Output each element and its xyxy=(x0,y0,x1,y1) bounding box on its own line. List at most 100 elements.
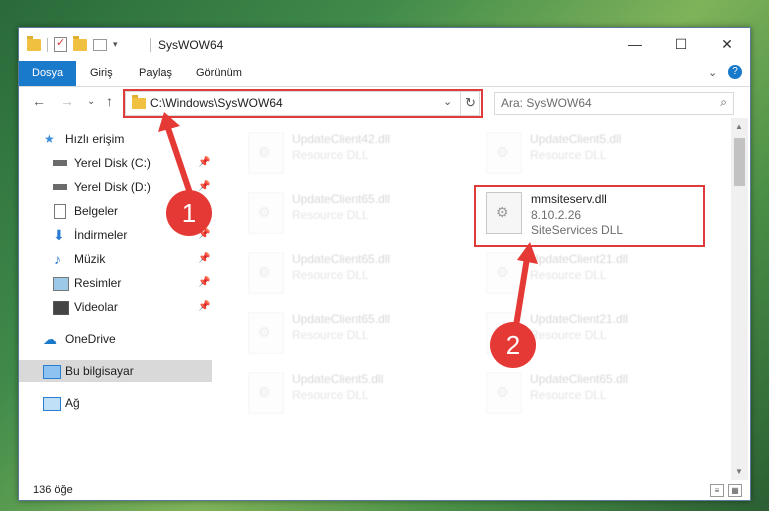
dll-file-icon xyxy=(248,372,284,414)
sidebar-item-this-pc[interactable]: Bu bilgisayar xyxy=(19,360,212,382)
cloud-icon: ☁ xyxy=(43,331,57,347)
sidebar-item-label: Müzik xyxy=(74,252,106,266)
drive-icon xyxy=(53,184,67,190)
download-icon: ⬇ xyxy=(53,227,65,243)
list-item[interactable]: UpdateClient65.dll Resource DLL xyxy=(474,366,684,418)
explorer-window: ▾ SysWOW64 — ☐ ✕ Dosya Giriş Paylaş Görü… xyxy=(18,27,751,501)
music-icon: ♪ xyxy=(54,251,61,267)
forward-button[interactable]: → xyxy=(60,93,74,109)
pin-icon[interactable]: 📌 xyxy=(198,248,210,270)
file-type: Resource DLL xyxy=(292,208,369,222)
tab-gorunum[interactable]: Görünüm xyxy=(196,61,242,86)
file-type: Resource DLL xyxy=(530,148,607,162)
status-bar: 136 öğe ≡ ▦ xyxy=(19,480,750,500)
dll-file-icon xyxy=(486,372,522,414)
file-name: UpdateClient65.dll xyxy=(530,372,629,386)
scroll-up-icon[interactable]: ▲ xyxy=(735,122,743,131)
sidebar-item-label: Bu bilgisayar xyxy=(65,364,134,378)
vertical-scrollbar[interactable]: ▲ ▼ xyxy=(731,118,748,480)
dll-file-icon xyxy=(486,132,522,174)
step-2-badge: 2 xyxy=(490,322,536,368)
sidebar-item-onedrive[interactable]: ☁ OneDrive xyxy=(19,328,212,350)
sidebar-item-label: Videolar xyxy=(74,300,118,314)
list-item[interactable]: UpdateClient65.dll Resource DLL xyxy=(236,186,446,238)
computer-icon xyxy=(43,365,61,379)
network-icon xyxy=(43,397,61,411)
help-icon[interactable]: ? xyxy=(728,65,742,79)
search-icon[interactable]: ⌕ xyxy=(720,95,727,110)
folder-icon[interactable] xyxy=(27,35,41,51)
dll-file-icon xyxy=(248,132,284,174)
file-type: Resource DLL xyxy=(292,148,369,162)
dll-file-icon xyxy=(248,192,284,234)
properties-icon[interactable] xyxy=(54,36,67,52)
minimize-button[interactable]: — xyxy=(612,28,658,61)
file-name: UpdateClient42.dll xyxy=(292,132,391,146)
file-type: Resource DLL xyxy=(292,268,369,282)
sidebar-item-label: Ağ xyxy=(65,396,80,410)
pin-icon[interactable]: 📌 xyxy=(198,296,210,318)
title-bar: ▾ SysWOW64 — ☐ ✕ xyxy=(19,28,750,61)
file-highlight xyxy=(474,185,705,247)
sidebar-item-network[interactable]: Ağ xyxy=(19,392,212,414)
customize-icon[interactable] xyxy=(93,38,107,51)
file-name: UpdateClient5.dll xyxy=(530,132,622,146)
view-switcher: ≡ ▦ xyxy=(710,484,742,497)
sidebar-item-label: Yerel Disk (D:) xyxy=(74,180,151,194)
file-name: UpdateClient65.dll xyxy=(292,312,391,326)
quick-access-toolbar: ▾ xyxy=(27,35,118,52)
list-item[interactable]: UpdateClient65.dll Resource DLL xyxy=(236,246,446,298)
tab-dosya[interactable]: Dosya xyxy=(19,61,77,86)
sidebar-item-label: Resimler xyxy=(74,276,122,290)
up-button[interactable]: ↑ xyxy=(106,93,113,109)
item-count: 136 öğe xyxy=(33,484,73,496)
picture-icon xyxy=(53,277,69,291)
document-icon xyxy=(54,204,66,219)
list-item[interactable]: UpdateClient5.dll Resource DLL xyxy=(236,366,446,418)
file-type: Resource DLL xyxy=(292,328,369,342)
chevron-down-icon[interactable]: ▾ xyxy=(113,39,118,50)
file-type: Resource DLL xyxy=(530,388,607,402)
divider xyxy=(47,37,48,52)
pin-icon[interactable]: 📌 xyxy=(198,272,210,294)
sidebar-item-videos[interactable]: Videolar 📌 xyxy=(19,296,212,318)
large-icons-view-icon[interactable]: ▦ xyxy=(728,484,742,497)
recent-locations-button[interactable]: ⌄ xyxy=(87,96,95,107)
file-name: UpdateClient65.dll xyxy=(292,252,391,266)
search-box[interactable]: Ara: SysWOW64 ⌕ xyxy=(494,92,734,115)
dll-file-icon xyxy=(248,312,284,354)
sidebar-item-label: Belgeler xyxy=(74,204,119,218)
sidebar-item-music[interactable]: ♪ Müzik 📌 xyxy=(19,248,212,270)
step-1-badge: 1 xyxy=(166,190,212,236)
sidebar-item-label: İndirmeler xyxy=(74,228,128,242)
scrollbar-thumb[interactable] xyxy=(734,138,745,186)
list-item[interactable]: UpdateClient42.dll Resource DLL xyxy=(236,126,446,178)
ribbon-expand-icon[interactable]: ⌄ xyxy=(708,61,717,86)
window-title: SysWOW64 xyxy=(158,38,224,52)
sidebar-item-label: Hızlı erişim xyxy=(65,132,125,146)
file-type: Resource DLL xyxy=(292,388,369,402)
tab-giris[interactable]: Giriş xyxy=(90,61,113,86)
close-button[interactable]: ✕ xyxy=(704,28,750,61)
star-icon: ★ xyxy=(44,132,55,146)
sidebar-item-label: Yerel Disk (C:) xyxy=(74,156,151,170)
scroll-down-icon[interactable]: ▼ xyxy=(735,467,743,476)
dll-file-icon xyxy=(248,252,284,294)
sidebar-item-label: OneDrive xyxy=(65,332,116,346)
details-view-icon[interactable]: ≡ xyxy=(710,484,724,497)
new-folder-icon[interactable] xyxy=(73,35,87,51)
file-name: UpdateClient5.dll xyxy=(292,372,384,386)
file-name: UpdateClient65.dll xyxy=(292,192,391,206)
sidebar-item-pictures[interactable]: Resimler 📌 xyxy=(19,272,212,294)
list-item[interactable]: UpdateClient65.dll Resource DLL xyxy=(236,306,446,358)
tab-paylas[interactable]: Paylaş xyxy=(139,61,172,86)
list-item[interactable]: UpdateClient5.dll Resource DLL xyxy=(474,126,684,178)
video-icon xyxy=(53,301,69,315)
divider xyxy=(150,38,151,52)
file-list: UpdateClient42.dll Resource DLL UpdateCl… xyxy=(224,118,729,466)
back-button[interactable]: ← xyxy=(32,93,46,109)
drive-icon xyxy=(53,160,67,166)
ribbon-tabs: Dosya Giriş Paylaş Görünüm ⌄ ? xyxy=(19,61,750,87)
search-input[interactable]: Ara: SysWOW64 xyxy=(501,96,592,110)
maximize-button[interactable]: ☐ xyxy=(658,28,704,61)
